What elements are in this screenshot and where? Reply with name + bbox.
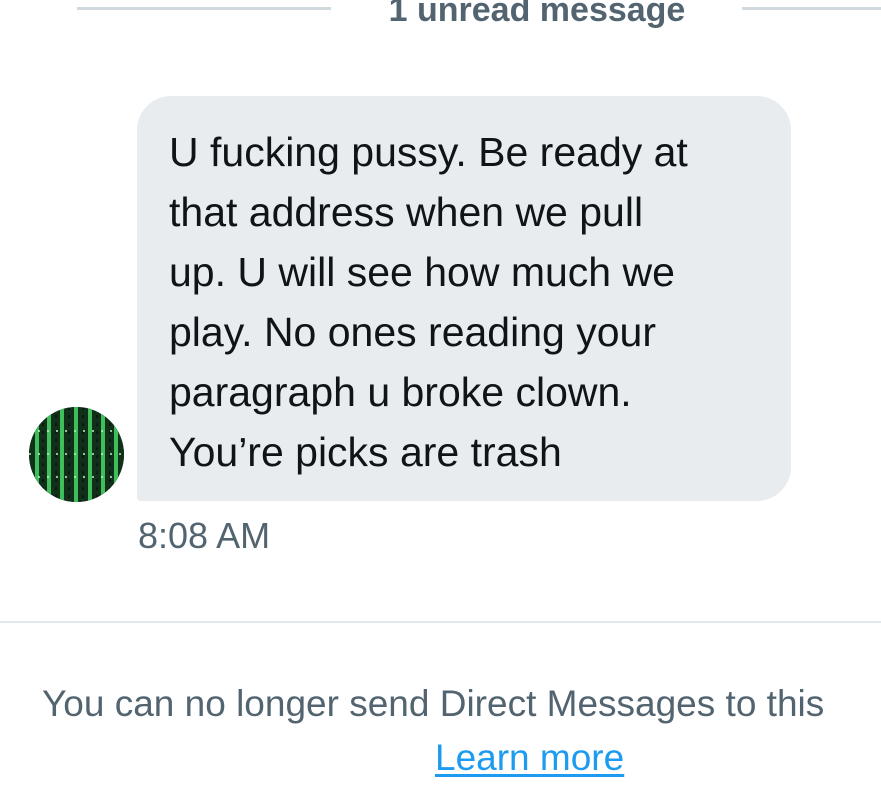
dm-disabled-notice: You can no longer send Direct Messages t… <box>42 683 825 724</box>
message-timestamp: 8:08 AM <box>138 515 271 556</box>
unread-divider: 1 unread message <box>0 0 881 30</box>
user-avatar-icon <box>29 407 124 502</box>
unread-divider-line-right <box>742 7 881 10</box>
unread-divider-label: 1 unread message <box>388 0 686 29</box>
unread-divider-line-left <box>77 7 331 10</box>
message-bubble[interactable]: U fucking pussy. Be ready at that addres… <box>137 96 791 501</box>
learn-more-link[interactable]: Learn more <box>435 736 624 780</box>
sender-avatar[interactable] <box>29 407 124 502</box>
composer-separator <box>0 621 881 623</box>
dm-conversation-screen: 1 unread message U fucking pussy. Be rea… <box>0 0 881 811</box>
message-text: U fucking pussy. Be ready at that addres… <box>169 129 688 475</box>
